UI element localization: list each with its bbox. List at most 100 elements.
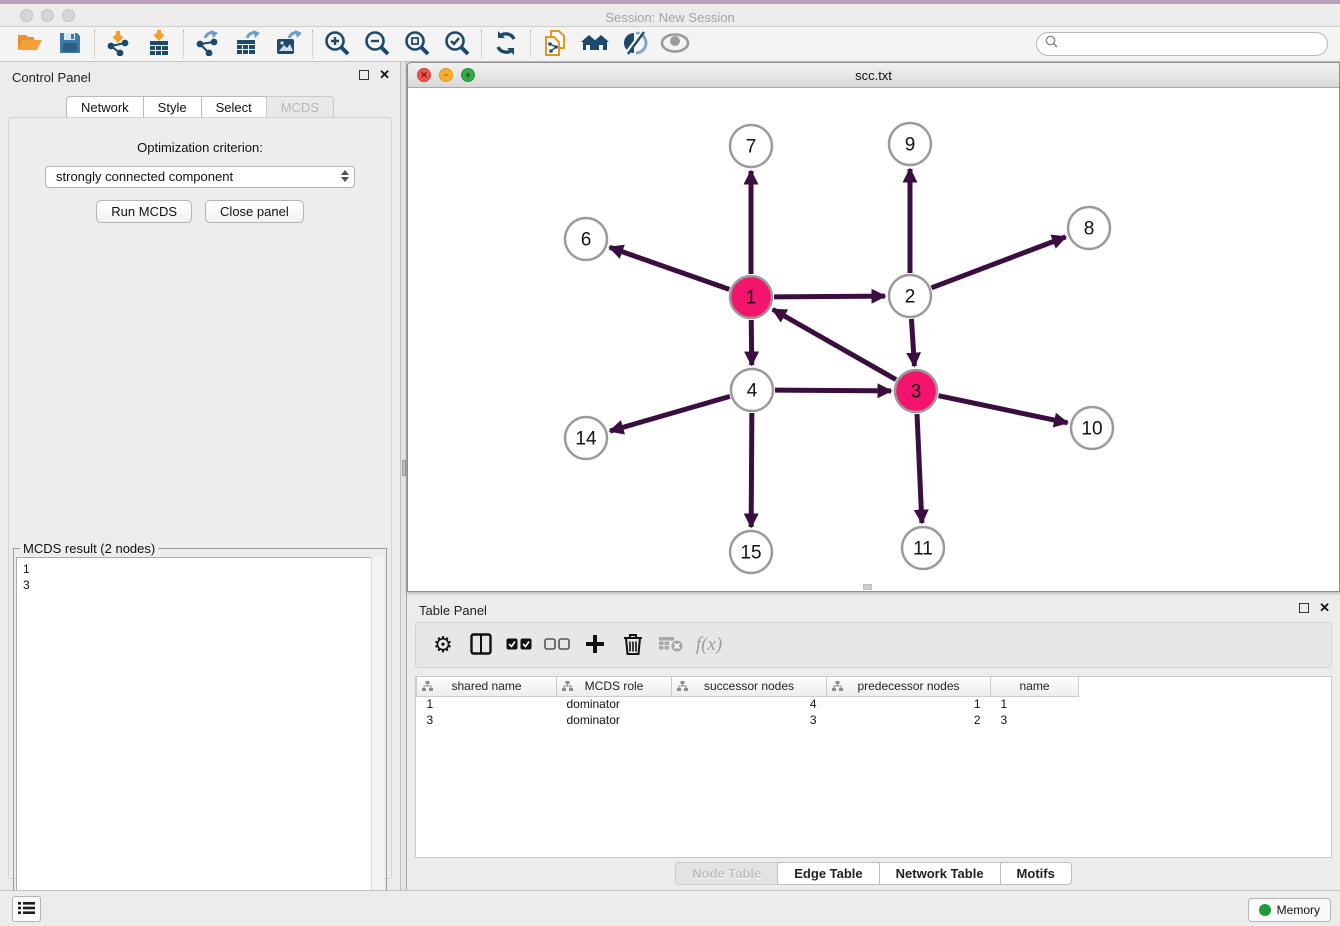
delete-table-button[interactable] <box>656 629 686 661</box>
import-network-button[interactable] <box>99 29 139 60</box>
graph-node-10[interactable]: 10 <box>1071 407 1113 449</box>
zoom-out-button[interactable] <box>357 29 397 60</box>
graph-edge-4-14[interactable] <box>610 396 730 431</box>
graph-node-4[interactable]: 4 <box>731 369 773 411</box>
graph-edge-2-8[interactable] <box>932 237 1066 288</box>
table-cell[interactable]: 1 <box>827 696 991 712</box>
add-column-button[interactable] <box>580 629 610 661</box>
graph-node-14[interactable]: 14 <box>565 417 607 459</box>
task-history-button[interactable] <box>12 896 41 922</box>
import-table-button[interactable] <box>139 29 179 60</box>
table-cell[interactable]: 3 <box>417 712 557 728</box>
control-panel: Control Panel ✕ NetworkStyleSelectMCDS O… <box>0 62 400 890</box>
graph-edge-3-11[interactable] <box>917 414 922 523</box>
graph-edge-4-15[interactable] <box>751 413 752 527</box>
export-network-button[interactable] <box>188 29 228 60</box>
graph-node-8[interactable]: 8 <box>1068 207 1110 249</box>
graph-node-9[interactable]: 9 <box>889 123 931 165</box>
column-header-shared-name[interactable]: shared name <box>417 677 557 696</box>
tab-network-table[interactable]: Network Table <box>879 862 1000 885</box>
tab-node-table[interactable]: Node Table <box>675 862 777 885</box>
tab-edge-table[interactable]: Edge Table <box>777 862 878 885</box>
graph-edge-4-3[interactable] <box>775 390 891 391</box>
open-session-button[interactable] <box>10 29 50 60</box>
first-neighbors-button[interactable] <box>575 29 615 60</box>
table-row[interactable]: 3dominator323 <box>417 712 1079 728</box>
zoom-fit-button[interactable] <box>397 29 437 60</box>
graph-edge-3-1[interactable] <box>773 309 896 379</box>
panel-splitter[interactable] <box>400 62 407 890</box>
mcds-result-list[interactable]: 13 <box>16 557 384 920</box>
delete-columns-button[interactable] <box>618 629 648 661</box>
node-table[interactable]: shared nameMCDS rolesuccessor nodesprede… <box>415 676 1332 858</box>
table-cell[interactable]: 2 <box>827 712 991 728</box>
table-cell[interactable]: 4 <box>672 696 827 712</box>
graph-node-6[interactable]: 6 <box>565 218 607 260</box>
split-panel-button[interactable] <box>466 629 496 661</box>
duplicate-network-button[interactable] <box>535 29 575 60</box>
save-session-button[interactable] <box>50 29 90 60</box>
table-cell[interactable]: dominator <box>557 712 672 728</box>
mcds-result-title: MCDS result (2 nodes) <box>20 541 158 556</box>
tab-style[interactable]: Style <box>143 96 201 119</box>
export-table-button[interactable] <box>228 29 268 60</box>
table-cell[interactable]: 3 <box>991 712 1079 728</box>
column-header-name[interactable]: name <box>991 677 1079 696</box>
optimization-criterion-select[interactable]: strongly connected component <box>45 166 355 188</box>
table-cell[interactable]: dominator <box>557 696 672 712</box>
table-row[interactable]: 1dominator411 <box>417 696 1079 712</box>
graph-node-15[interactable]: 15 <box>730 531 772 573</box>
graph-node-11[interactable]: 11 <box>902 527 944 569</box>
graph-node-3[interactable]: 3 <box>895 370 937 412</box>
graph-edge-1-6[interactable] <box>610 247 730 289</box>
zoom-in-button[interactable] <box>317 29 357 60</box>
table-settings-button[interactable]: ⚙ <box>428 629 458 661</box>
zoom-fit-icon <box>404 30 430 59</box>
tab-select[interactable]: Select <box>201 96 266 119</box>
close-panel-button[interactable]: Close panel <box>205 200 304 223</box>
memory-button[interactable]: Memory <box>1248 898 1331 922</box>
column-header-predecessor-nodes[interactable]: predecessor nodes <box>827 677 991 696</box>
tab-mcds[interactable]: MCDS <box>266 96 334 119</box>
function-builder-button[interactable]: f(x) <box>694 629 724 661</box>
zoom-selected-button[interactable] <box>437 29 477 60</box>
mcds-result-item[interactable]: 1 <box>23 561 377 577</box>
float-table-panel-icon[interactable] <box>1299 603 1309 613</box>
unselect-all-columns-button[interactable] <box>542 629 572 661</box>
close-table-panel-icon[interactable]: ✕ <box>1319 603 1330 613</box>
splitter-grip[interactable] <box>402 460 406 476</box>
graph-edge-1-2[interactable] <box>774 296 885 297</box>
svg-text:9: 9 <box>905 135 916 156</box>
show-details-icon <box>660 33 690 56</box>
split-panel-icon <box>470 633 492 658</box>
mcds-result-item[interactable]: 3 <box>23 577 377 593</box>
float-panel-icon[interactable] <box>359 70 369 80</box>
tab-network[interactable]: Network <box>66 96 143 119</box>
result-scrollbar[interactable] <box>371 557 384 920</box>
search-field[interactable] <box>1036 32 1328 56</box>
table-cell[interactable]: 1 <box>991 696 1079 712</box>
column-header-successor-nodes[interactable]: successor nodes <box>672 677 827 696</box>
graph-edge-3-10[interactable] <box>939 396 1068 423</box>
table-cell[interactable]: 1 <box>417 696 557 712</box>
table-cell[interactable]: 3 <box>672 712 827 728</box>
canvas-scrollbar-thumb[interactable] <box>863 584 872 590</box>
network-window-titlebar[interactable]: ✕ − + scc.txt <box>408 63 1339 88</box>
search-input[interactable] <box>1063 36 1319 52</box>
graph-node-1[interactable]: 1 <box>730 276 772 318</box>
open-session-icon <box>17 32 43 57</box>
hide-details-button[interactable] <box>615 29 655 60</box>
tab-motifs[interactable]: Motifs <box>1000 862 1072 885</box>
select-all-columns-button[interactable] <box>504 629 534 661</box>
show-details-button[interactable] <box>655 29 695 60</box>
close-panel-icon[interactable]: ✕ <box>379 70 390 80</box>
graph-node-2[interactable]: 2 <box>889 275 931 317</box>
network-canvas[interactable]: 7 9 6 8 1 2 4 3 14 10 15 11 <box>408 88 1339 591</box>
graph-edge-2-3[interactable] <box>911 319 914 366</box>
graph-node-7[interactable]: 7 <box>730 125 772 167</box>
column-header-MCDS-role[interactable]: MCDS role <box>557 677 672 696</box>
run-mcds-button[interactable]: Run MCDS <box>96 200 192 223</box>
export-image-button[interactable] <box>268 29 308 60</box>
dropdown-stepper-icon <box>341 170 349 182</box>
refresh-button[interactable] <box>486 29 526 60</box>
